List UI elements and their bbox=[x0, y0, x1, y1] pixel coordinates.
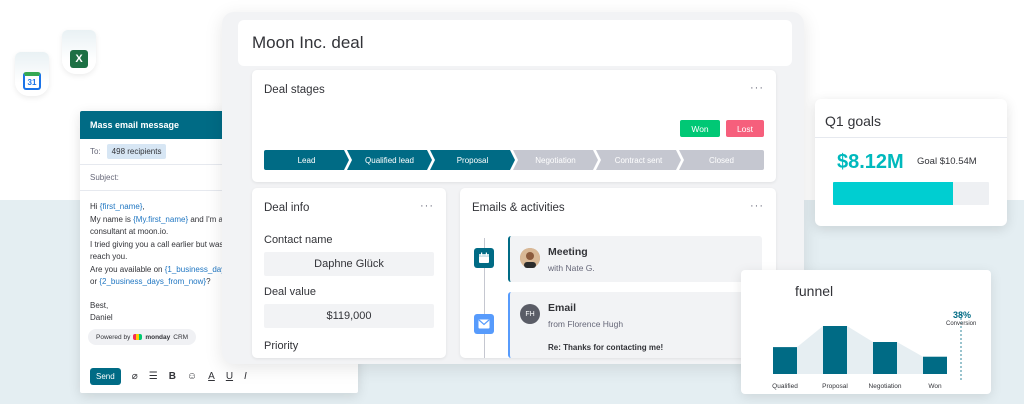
emoji-icon[interactable]: ☺ bbox=[187, 371, 197, 382]
deal-info-title: Deal info bbox=[264, 202, 310, 214]
tick-label-negotiation: Negotiation bbox=[869, 383, 902, 390]
activity-subtitle: with Nate G. bbox=[548, 263, 595, 273]
priority-label: Priority bbox=[264, 340, 299, 352]
avatar bbox=[520, 248, 540, 268]
divider bbox=[815, 137, 1007, 138]
bar-qualified bbox=[773, 347, 797, 374]
lost-button[interactable]: Lost bbox=[726, 120, 764, 137]
contact-name-label: Contact name bbox=[264, 234, 333, 246]
goals-target: Goal $10.54M bbox=[917, 156, 977, 167]
conversion-label: Conversion bbox=[946, 321, 977, 327]
send-button[interactable]: Send bbox=[90, 367, 121, 385]
q1-goals-card: Q1 goals $8.12M Goal $10.54M bbox=[815, 99, 1007, 226]
stage-negotiation[interactable]: Negotiation bbox=[513, 150, 598, 170]
contact-name-field[interactable]: Daphne Glück bbox=[264, 252, 434, 276]
goals-progress-fill bbox=[833, 182, 954, 205]
activity-title: Email bbox=[548, 302, 577, 314]
goals-current-value: $8.12M bbox=[837, 151, 904, 173]
deal-stages-title: Deal stages bbox=[264, 84, 325, 96]
stage-proposal[interactable]: Proposal bbox=[430, 150, 515, 170]
goals-title: Q1 goals bbox=[825, 113, 882, 129]
deal-info-card: Deal info ··· Contact name Daphne Glück … bbox=[252, 188, 446, 358]
paperclip-icon[interactable]: ⌀ bbox=[132, 371, 138, 382]
deal-value-field[interactable]: $119,000 bbox=[264, 304, 434, 328]
excel-icon: X bbox=[70, 50, 88, 68]
avatar: FH bbox=[520, 304, 540, 324]
subject-label: Subject: bbox=[90, 173, 119, 182]
stage-qualified-lead[interactable]: Qualified lead bbox=[347, 150, 432, 170]
funnel-card: funnel Qualified Proposal Negotiation Won 3… bbox=[741, 270, 991, 394]
text-color-icon[interactable]: A bbox=[208, 371, 215, 382]
funnel-shade bbox=[773, 326, 947, 374]
bar-negotiation bbox=[873, 342, 897, 374]
deal-window: Moon Inc. deal Deal stages ··· Won Lost … bbox=[222, 12, 804, 364]
goals-progress-bar bbox=[833, 182, 989, 205]
stage-lead[interactable]: Lead bbox=[264, 150, 349, 170]
monday-logo-icon bbox=[133, 334, 143, 340]
deal-value-label: Deal value bbox=[264, 286, 316, 298]
emails-activities-card: Emails & activities ··· Meeting with Nat… bbox=[460, 188, 776, 358]
powered-by-label: Powered by bbox=[96, 333, 131, 341]
more-options-icon[interactable]: ··· bbox=[750, 200, 764, 212]
activity-meeting[interactable]: Meeting with Nate G. bbox=[508, 236, 762, 282]
activity-title: Meeting bbox=[548, 246, 588, 258]
brand-suffix: CRM bbox=[173, 333, 189, 341]
bar-won bbox=[923, 356, 947, 374]
stage-pipeline: Lead Qualified lead Proposal Negotiation… bbox=[264, 150, 764, 170]
bar-proposal bbox=[823, 326, 847, 374]
tick-label-won: Won bbox=[928, 383, 942, 390]
deal-stages-card: Deal stages ··· Won Lost Lead Qualified … bbox=[252, 70, 776, 182]
brand-name: monday bbox=[145, 333, 171, 341]
google-calendar-icon: 31 bbox=[23, 72, 41, 90]
more-options-icon[interactable]: ··· bbox=[750, 82, 764, 94]
tick-label-proposal: Proposal bbox=[822, 383, 848, 390]
underline-icon[interactable]: U bbox=[226, 371, 233, 382]
activity-email[interactable]: FH Email from Florence Hugh Re: Thanks f… bbox=[508, 292, 762, 358]
more-options-icon[interactable]: ··· bbox=[420, 200, 434, 212]
emails-activities-title: Emails & activities bbox=[472, 202, 565, 214]
tick-label-qualified: Qualified bbox=[772, 383, 798, 390]
won-button[interactable]: Won bbox=[680, 120, 720, 137]
email-toolbar: Send ⌀ ☰ B ☺ A U I bbox=[80, 362, 358, 390]
italic-icon[interactable]: I bbox=[244, 371, 247, 382]
excel-badge[interactable]: X bbox=[62, 30, 96, 74]
calendar-icon bbox=[474, 248, 494, 268]
stage-closed[interactable]: Closed bbox=[679, 150, 764, 170]
recipients-chip[interactable]: 498 recipients bbox=[106, 144, 167, 159]
list-icon[interactable]: ☰ bbox=[149, 371, 158, 382]
to-label: To: bbox=[90, 147, 101, 156]
powered-by-badge: Powered by monday CRM bbox=[88, 329, 197, 345]
email-preview: Re: Thanks for contacting me! bbox=[548, 343, 664, 352]
funnel-title: funnel bbox=[795, 283, 834, 299]
conversion-percent: 38% bbox=[953, 310, 972, 320]
bold-icon[interactable]: B bbox=[169, 371, 176, 382]
google-calendar-badge[interactable]: 31 bbox=[15, 52, 49, 96]
mail-icon bbox=[474, 314, 494, 334]
stage-contract-sent[interactable]: Contract sent bbox=[596, 150, 681, 170]
deal-title: Moon Inc. deal bbox=[238, 20, 792, 66]
activity-subtitle: from Florence Hugh bbox=[548, 319, 624, 329]
